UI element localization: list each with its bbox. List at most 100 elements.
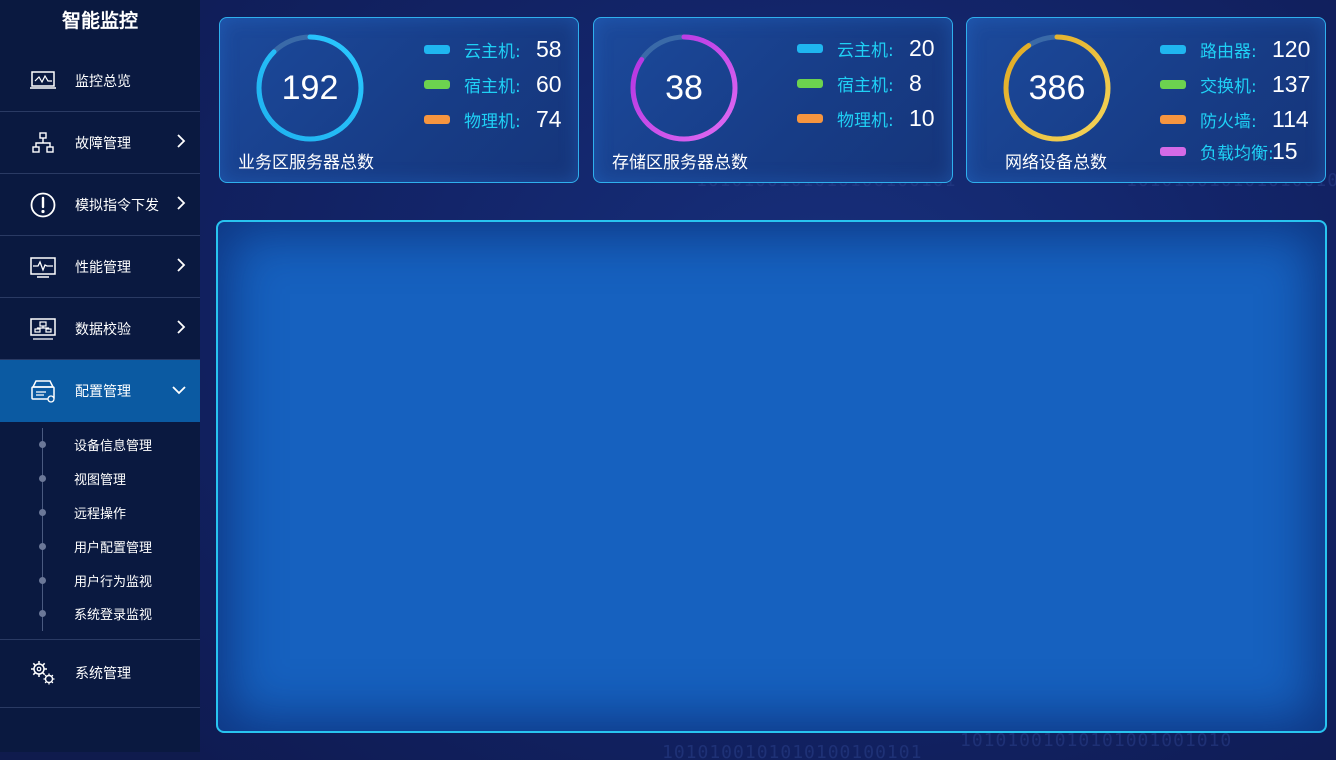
- legend-swatch: [424, 80, 450, 89]
- legend-value: 58: [536, 36, 562, 62]
- background-binary-text: 10101001010101001001010: [960, 730, 1233, 751]
- legend-swatch: [1160, 146, 1186, 156]
- chevron-down-icon: [172, 383, 186, 399]
- legend-value: 74: [536, 106, 562, 132]
- submenu-item-label: 视图管理: [74, 473, 127, 489]
- legend-value: 137: [1272, 71, 1311, 97]
- legend-value: 120: [1272, 36, 1311, 62]
- legend-swatch: [1160, 45, 1186, 54]
- legend-label: 宿主机:: [837, 76, 894, 96]
- main-content-panel: [216, 220, 1327, 733]
- total-value: 386: [1028, 68, 1086, 107]
- sidebar-item-label: 数据校验: [75, 321, 131, 338]
- card-legend: 云主机: 20 宿主机: 8 物理机: 10: [797, 31, 935, 136]
- legend-row: 交换机: 137: [1160, 67, 1310, 102]
- sidebar-item-label: 监控总览: [75, 73, 131, 90]
- card-legend: 云主机: 58 宿主机: 60 物理机: 74: [424, 32, 562, 137]
- pulse-monitor-icon: [29, 253, 57, 281]
- submenu-item-view-management[interactable]: 视图管理: [0, 462, 200, 496]
- submenu-dot: [39, 610, 46, 618]
- legend-label: 物理机:: [837, 111, 894, 131]
- legend-row: 云主机: 20: [797, 31, 935, 66]
- config-submenu: 设备信息管理 视图管理 远程操作 用户配置管理 用户行为监视 系统登录监视: [0, 422, 200, 640]
- sidebar-item-fault-management[interactable]: 故障管理: [0, 112, 200, 174]
- legend-value: 10: [909, 105, 935, 131]
- legend-row: 宿主机: 60: [424, 67, 562, 102]
- submenu-item-user-config[interactable]: 用户配置管理: [0, 529, 200, 563]
- legend-row: 物理机: 10: [797, 101, 935, 136]
- legend-label: 宿主机:: [464, 77, 521, 97]
- card-title: 网络设备总数: [1005, 153, 1107, 173]
- sidebar-item-performance[interactable]: 性能管理: [0, 236, 200, 298]
- submenu-item-login-monitor[interactable]: 系统登录监视: [0, 597, 200, 631]
- legend-value: 114: [1272, 105, 1309, 132]
- legend-label: 负载均衡:: [1200, 143, 1274, 164]
- chevron-right-icon: [176, 133, 186, 152]
- card-legend: 路由器: 120 交换机: 137 防火墙: 114 负载均衡: 15: [1160, 32, 1310, 166]
- legend-label: 路由器:: [1200, 42, 1257, 62]
- sidebar-item-label: 故障管理: [75, 135, 131, 152]
- sidebar-item-config-management[interactable]: 配置管理: [0, 360, 200, 422]
- legend-label: 物理机:: [464, 112, 521, 132]
- total-value: 38: [665, 68, 703, 107]
- legend-label: 云主机:: [837, 41, 894, 61]
- gears-icon: [29, 659, 57, 687]
- stat-card-network-devices: 386 网络设备总数 路由器: 120 交换机: 137 防火墙: 114 负载均衡:…: [966, 17, 1326, 183]
- submenu-item-label: 用户行为监视: [74, 574, 153, 590]
- total-value: 192: [281, 68, 339, 107]
- submenu-item-device-info[interactable]: 设备信息管理: [0, 428, 200, 462]
- sidebar-item-label: 模拟指令下发: [75, 197, 159, 214]
- submenu-item-label: 设备信息管理: [74, 439, 153, 455]
- submenu-item-label: 远程操作: [74, 506, 127, 522]
- legend-row: 宿主机: 8: [797, 66, 935, 101]
- stat-card-business-servers: 192 业务区服务器总数 云主机: 58 宿主机: 60 物理机: 74: [219, 17, 579, 183]
- sidebar-item-simulate-command[interactable]: 模拟指令下发: [0, 174, 200, 236]
- sidebar-item-label: 配置管理: [75, 384, 131, 400]
- submenu-dot: [39, 576, 46, 584]
- legend-value: 8: [909, 70, 922, 96]
- legend-row: 防火墙: 114: [1160, 102, 1310, 136]
- stat-card-storage-servers: 38 存储区服务器总数 云主机: 20 宿主机: 8 物理机: 10: [593, 17, 953, 183]
- legend-swatch: [797, 79, 823, 88]
- sidebar-item-label: 系统管理: [75, 666, 131, 683]
- monitor-icon: [29, 67, 57, 95]
- sidebar-item-monitor-overview[interactable]: 监控总览: [0, 50, 200, 112]
- legend-swatch: [1160, 114, 1186, 124]
- card-title: 业务区服务器总数: [238, 153, 374, 173]
- submenu-item-label: 用户配置管理: [74, 540, 153, 556]
- legend-row: 负载均衡: 15: [1160, 136, 1310, 166]
- legend-value: 60: [536, 71, 562, 97]
- legend-row: 云主机: 58: [424, 32, 562, 67]
- legend-label: 防火墙:: [1200, 111, 1257, 132]
- chevron-right-icon: [176, 257, 186, 276]
- legend-row: 物理机: 74: [424, 102, 562, 137]
- legend-value: 15: [1272, 137, 1298, 164]
- legend-row: 路由器: 120: [1160, 32, 1310, 67]
- submenu-item-remote-operation[interactable]: 远程操作: [0, 496, 200, 530]
- legend-label: 交换机:: [1200, 77, 1257, 97]
- submenu-dot: [39, 475, 46, 483]
- legend-label: 云主机:: [464, 42, 521, 62]
- alert-circle-icon: [29, 191, 57, 219]
- legend-swatch: [424, 115, 450, 124]
- submenu-dot: [39, 508, 46, 516]
- network-topology-icon: [29, 129, 57, 157]
- submenu-item-user-behavior[interactable]: 用户行为监视: [0, 563, 200, 597]
- sidebar-item-data-verify[interactable]: 数据校验: [0, 298, 200, 360]
- sidebar-item-system-management[interactable]: 系统管理: [0, 640, 200, 708]
- legend-swatch: [424, 45, 450, 54]
- sidebar: 智能监控 监控总览 故障管理 模拟指令下发 性能管理 数据校验 配置管理 设备信…: [0, 0, 200, 752]
- submenu-dot: [39, 542, 46, 550]
- card-title: 存储区服务器总数: [612, 153, 748, 173]
- legend-swatch: [797, 114, 823, 123]
- background-binary-text: 1010100101010100100101: [662, 742, 923, 760]
- legend-swatch: [797, 44, 823, 53]
- chevron-right-icon: [176, 195, 186, 214]
- chevron-right-icon: [176, 319, 186, 338]
- app-title: 智能监控: [61, 10, 138, 32]
- sidebar-item-label: 性能管理: [75, 259, 131, 276]
- screen-network-icon: [29, 315, 57, 343]
- legend-value: 20: [909, 35, 935, 61]
- legend-swatch: [1160, 80, 1186, 89]
- submenu-item-label: 系统登录监视: [74, 608, 153, 624]
